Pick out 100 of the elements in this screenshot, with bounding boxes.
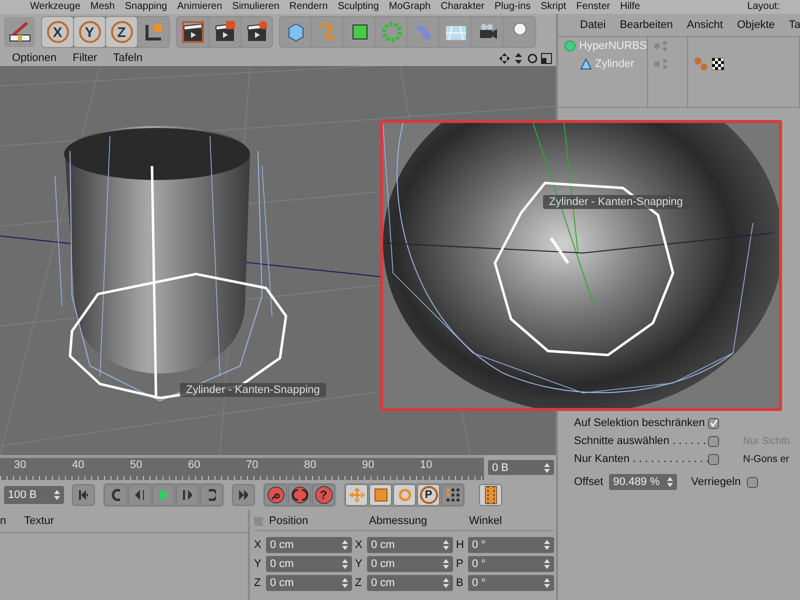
coordinate-field[interactable]: 0 °	[468, 574, 554, 590]
zoom-arrows-icon[interactable]	[513, 52, 524, 64]
coordinate-field[interactable]: 0 cm	[367, 574, 453, 590]
menu-item[interactable]: Objekte	[736, 19, 775, 31]
scale-icon[interactable]	[374, 488, 388, 502]
axis-toggle[interactable]: X	[46, 21, 68, 43]
stepper-icon[interactable]	[443, 558, 449, 568]
cone-icon[interactable]	[580, 58, 592, 70]
coordinate-field[interactable]: 0 cm	[367, 556, 453, 572]
stepper-icon[interactable]	[544, 558, 550, 568]
current-frame-field[interactable]: 0 B	[488, 460, 554, 475]
menu-item[interactable]: Skript	[540, 0, 566, 14]
frame-tick-label: 70	[246, 458, 260, 472]
menu-item[interactable]: Hilfe	[620, 0, 640, 14]
menu-item[interactable]: Datei	[580, 19, 606, 31]
stepper-icon[interactable]	[544, 540, 550, 550]
coordinate-field[interactable]: 0 cm	[367, 536, 453, 552]
end-frame-field[interactable]: 100 B	[4, 486, 64, 504]
coordinate-field[interactable]: 0 °	[468, 536, 554, 552]
checkbox[interactable]	[708, 454, 719, 464]
timeline-ruler[interactable]: 30 40 50 60 70 80 90 10	[0, 455, 484, 480]
viewport-menu-item[interactable]: Optionen	[12, 52, 57, 64]
toolbar-button[interactable]	[344, 17, 375, 47]
stepper-icon[interactable]	[667, 477, 674, 487]
menu-item[interactable]: Plug-ins	[494, 0, 531, 14]
checker-texture-icon[interactable]	[712, 58, 724, 70]
axis-label: P	[456, 558, 464, 570]
menu-item[interactable]: Rendern	[289, 0, 328, 14]
next-key-button[interactable]	[200, 484, 223, 506]
column-header[interactable]: Textur	[24, 515, 54, 527]
checkbox[interactable]	[708, 418, 719, 428]
stepper-icon[interactable]	[544, 578, 550, 588]
visibility-dots-icon[interactable]	[654, 58, 668, 70]
film-strip-icon[interactable]	[484, 486, 496, 504]
toolbar-button[interactable]	[241, 17, 272, 47]
stepper-icon[interactable]	[342, 578, 348, 588]
visibility-dots-icon[interactable]	[654, 40, 668, 52]
stepper-icon[interactable]	[443, 540, 449, 550]
stepper-icon[interactable]	[342, 558, 348, 568]
next-key-icon[interactable]	[207, 489, 216, 501]
brush-icon[interactable]	[8, 21, 30, 43]
coordinate-field[interactable]: 0 cm	[266, 574, 352, 590]
grip-icon[interactable]	[254, 516, 263, 526]
go-to-end-button[interactable]	[232, 484, 255, 506]
previous-key-icon[interactable]	[111, 489, 120, 501]
menu-item[interactable]: Bearbeiten	[620, 19, 673, 31]
step-forward-button[interactable]	[176, 484, 199, 506]
key-icon[interactable]	[266, 486, 284, 504]
menu-item[interactable]: Simulieren	[232, 0, 280, 14]
move-icon[interactable]	[499, 52, 510, 64]
step-back-button[interactable]	[128, 484, 151, 506]
clapperboard-gear-icon[interactable]	[246, 21, 268, 43]
dot-grid-icon[interactable]	[446, 488, 460, 502]
step-forward-icon[interactable]	[183, 490, 192, 500]
point-level-button[interactable]: P	[420, 486, 438, 504]
menu-item[interactable]: MoGraph	[388, 0, 431, 14]
stepper-icon[interactable]	[443, 578, 449, 588]
viewport-menu-item[interactable]: Tafeln	[113, 52, 142, 64]
menu-item[interactable]: Fenster	[576, 0, 610, 14]
coordinate-field[interactable]: 0 °	[468, 556, 554, 572]
toolbar-button[interactable]	[209, 17, 240, 47]
menu-item[interactable]: Ansicht	[686, 19, 723, 31]
stepper-icon[interactable]	[544, 462, 550, 472]
coordinate-field[interactable]: 0 cm	[266, 536, 352, 552]
axes-cube-icon[interactable]	[142, 21, 164, 43]
stepper-icon[interactable]	[54, 490, 60, 500]
skip-start-icon[interactable]	[79, 490, 88, 500]
axis-label: Y	[254, 558, 262, 570]
column-header[interactable]: n	[0, 515, 6, 527]
menu-item[interactable]: Charakter	[440, 0, 484, 14]
axis-label: Z	[355, 576, 363, 588]
go-to-start-button[interactable]	[72, 484, 95, 506]
axis-toggle[interactable]: Z	[110, 21, 132, 43]
viewport-menu-item[interactable]: Filter	[72, 52, 98, 64]
toolbar-button[interactable]	[177, 17, 208, 47]
maximize-icon[interactable]	[541, 52, 552, 64]
toolbar-button[interactable]	[4, 17, 35, 47]
checkbox[interactable]	[746, 476, 758, 488]
coordinate-field[interactable]: 0 cm	[266, 556, 352, 572]
clapperboard-icon[interactable]	[214, 21, 236, 43]
step-back-icon[interactable]	[135, 490, 144, 500]
menu-item[interactable]: Werkzeuge	[30, 0, 80, 14]
menu-item[interactable]: Mesh	[90, 0, 115, 14]
toolbar-button[interactable]	[138, 17, 169, 47]
rotate-icon[interactable]	[527, 52, 538, 64]
menu-item[interactable]: Snapping	[124, 0, 168, 14]
checkbox[interactable]	[708, 436, 719, 446]
help-button[interactable]: ?	[314, 486, 332, 504]
menu-item[interactable]: Animieren	[177, 0, 222, 14]
clapperboard-icon[interactable]	[182, 21, 204, 43]
axis-toggle[interactable]: Y	[78, 21, 100, 43]
offset-field[interactable]: 90.489 %	[609, 474, 678, 490]
frame-tick-label: 10	[420, 458, 434, 472]
stepper-icon[interactable]	[342, 540, 348, 550]
option-label: Auf Selektion beschränken	[574, 417, 706, 429]
skip-end-icon[interactable]	[239, 490, 248, 500]
previous-key-button[interactable]	[104, 484, 127, 506]
autokey-icon[interactable]	[290, 486, 308, 504]
menu-item[interactable]: Sculpting	[338, 0, 379, 14]
toolbar-button[interactable]	[472, 17, 503, 47]
